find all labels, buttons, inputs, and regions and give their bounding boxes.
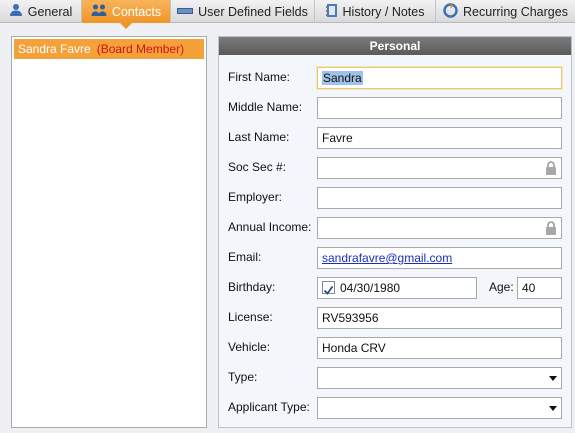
- annual-income-row: Annual Income:: [219, 217, 571, 239]
- annual-income-label: Annual Income:: [228, 220, 312, 234]
- first-name-row: First Name: Sandra: [219, 67, 571, 89]
- first-name-field[interactable]: Sandra: [317, 67, 562, 89]
- birthday-checkbox[interactable]: [322, 281, 335, 295]
- tab-bar: General Contacts User Defined Fields His…: [0, 0, 575, 29]
- contacts-list[interactable]: Sandra Favre (Board Member): [11, 36, 207, 428]
- notebook-icon: [325, 3, 338, 21]
- email-row: Email: sandrafavre@gmail.com: [219, 247, 571, 269]
- employer-row: Employer:: [219, 187, 571, 209]
- contact-list-item[interactable]: Sandra Favre (Board Member): [14, 39, 204, 59]
- age-field[interactable]: 40: [517, 277, 562, 299]
- last-name-row: Last Name: Favre: [219, 127, 571, 149]
- ssn-field[interactable]: [317, 157, 562, 179]
- person-icon: [9, 3, 23, 20]
- panel-title: Personal: [219, 37, 571, 55]
- lock-icon[interactable]: [545, 221, 557, 238]
- ssn-row: Soc Sec #:: [219, 157, 571, 179]
- tab-contacts[interactable]: Contacts: [82, 0, 171, 29]
- vehicle-row: Vehicle: Honda CRV: [219, 337, 571, 359]
- email-field[interactable]: sandrafavre@gmail.com: [317, 247, 562, 269]
- contacts-icon: [91, 3, 107, 20]
- birthday-field[interactable]: 04/30/1980: [317, 277, 477, 299]
- license-row: License: RV593956: [219, 307, 571, 329]
- age-label: Age:: [489, 280, 514, 294]
- type-label: Type:: [228, 370, 258, 384]
- dropdown-arrow-icon[interactable]: [549, 376, 557, 381]
- license-field[interactable]: RV593956: [317, 307, 562, 329]
- email-label: Email:: [228, 250, 262, 264]
- middle-name-row: Middle Name:: [219, 97, 571, 119]
- recurring-icon: [443, 2, 458, 21]
- birthday-label: Birthday:: [228, 280, 276, 294]
- last-name-field[interactable]: Favre: [317, 127, 562, 149]
- personal-panel: Personal First Name: Sandra Middle Name:…: [218, 36, 572, 428]
- middle-name-label: Middle Name:: [228, 100, 303, 114]
- type-row: Type:: [219, 367, 571, 389]
- employer-field[interactable]: [317, 187, 562, 209]
- ssn-label: Soc Sec #:: [228, 160, 287, 174]
- email-link[interactable]: sandrafavre@gmail.com: [322, 251, 452, 265]
- birthday-row: Birthday: 04/30/1980 Age: 40: [219, 277, 571, 299]
- tab-general-label: General: [27, 4, 73, 19]
- vehicle-label: Vehicle:: [228, 340, 271, 354]
- applicant-type-label: Applicant Type:: [228, 400, 310, 414]
- tab-history-notes[interactable]: History / Notes: [315, 0, 436, 23]
- contact-role: (Board Member): [96, 42, 185, 56]
- vehicle-field[interactable]: Honda CRV: [317, 337, 562, 359]
- fields-icon: [177, 5, 194, 19]
- middle-name-field[interactable]: [317, 97, 562, 119]
- license-label: License:: [228, 310, 273, 324]
- applicant-type-row: Applicant Type:: [219, 397, 571, 419]
- tab-user-defined-fields[interactable]: User Defined Fields: [171, 0, 315, 23]
- tab-recurring-charges[interactable]: Recurring Charges: [436, 0, 575, 23]
- tab-recurring-charges-label: Recurring Charges: [463, 4, 568, 19]
- tab-contacts-label: Contacts: [111, 4, 162, 19]
- first-name-value: Sandra: [322, 71, 363, 85]
- tab-history-notes-label: History / Notes: [342, 4, 425, 19]
- dropdown-arrow-icon[interactable]: [549, 406, 557, 411]
- tab-user-defined-fields-label: User Defined Fields: [198, 4, 308, 19]
- employer-label: Employer:: [228, 190, 283, 204]
- annual-income-field[interactable]: [317, 217, 562, 239]
- lock-icon[interactable]: [545, 161, 557, 178]
- applicant-type-select[interactable]: [317, 397, 562, 419]
- active-tab-pointer: [120, 23, 132, 29]
- tab-general[interactable]: General: [0, 0, 82, 23]
- birthday-value: 04/30/1980: [340, 281, 401, 295]
- last-name-label: Last Name:: [228, 130, 290, 144]
- first-name-label: First Name:: [228, 70, 291, 84]
- checkmark-icon: [323, 285, 334, 295]
- type-select[interactable]: [317, 367, 562, 389]
- contact-name: Sandra Favre: [18, 42, 91, 56]
